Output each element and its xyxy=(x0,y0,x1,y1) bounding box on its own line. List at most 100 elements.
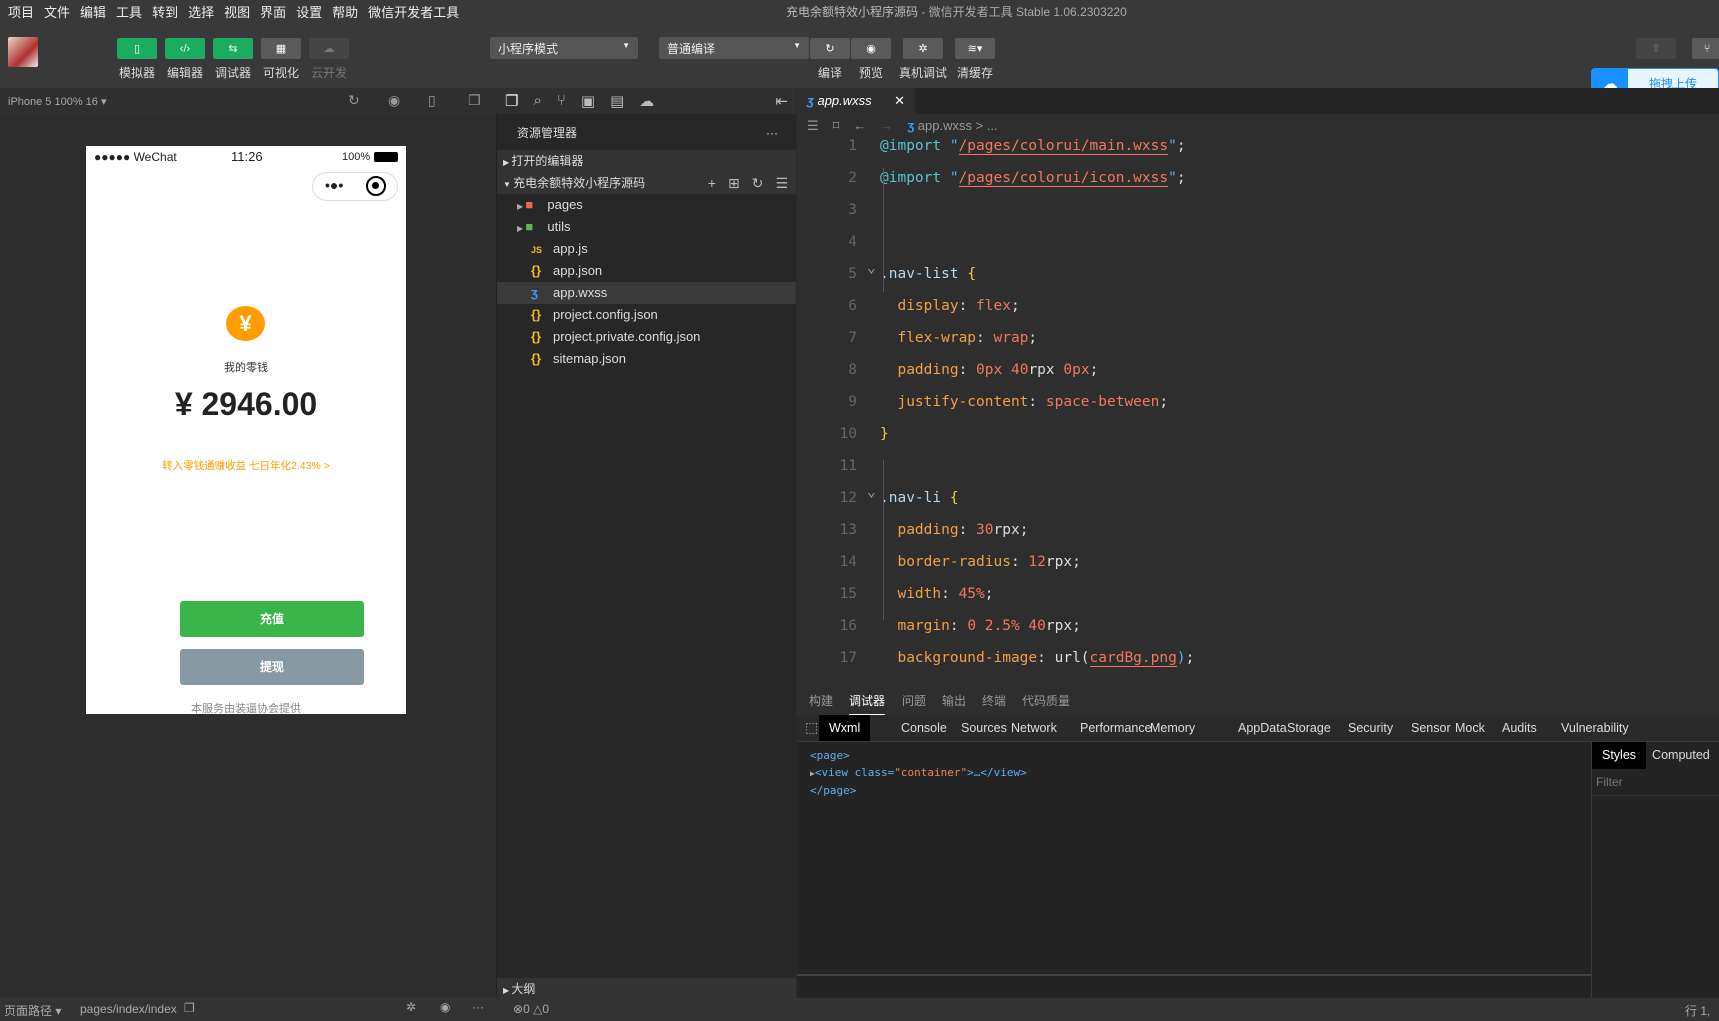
file-item[interactable]: {} sitemap.json xyxy=(497,348,796,370)
fold-icon[interactable]: ⌄ xyxy=(867,484,876,500)
layers-icon[interactable]: ≋▾ xyxy=(955,38,995,59)
devtools-tab[interactable]: Console xyxy=(891,715,957,741)
code-line[interactable]: .nav-list { xyxy=(880,266,976,282)
file-item[interactable]: {} project.config.json xyxy=(497,304,796,326)
fold-icon[interactable]: ⌄ xyxy=(867,260,876,276)
layout-icon[interactable]: ▦ xyxy=(261,38,301,59)
panel-tab[interactable]: 问题 xyxy=(902,692,926,709)
toolbar-label[interactable]: 模拟器 xyxy=(112,64,162,81)
devtools-tab[interactable]: Vulnerability xyxy=(1551,715,1639,741)
toolbar-label[interactable]: 调试器 xyxy=(208,64,258,81)
toolbar-label[interactable]: 云开发 xyxy=(304,64,354,81)
withdraw-button[interactable]: 提现 xyxy=(180,649,364,685)
panel-tab[interactable]: 终端 xyxy=(982,692,1006,709)
more-icon[interactable]: •●• xyxy=(325,177,343,193)
file-item[interactable]: {} app.json xyxy=(497,260,796,282)
file-item[interactable]: ▶ ■ pages xyxy=(497,194,796,216)
menu-item[interactable]: 转到 xyxy=(152,2,178,21)
panel-tab[interactable]: 构建 xyxy=(809,692,833,709)
toolbar-label[interactable]: 可视化 xyxy=(256,64,306,81)
menu-item[interactable]: 微信开发者工具 xyxy=(368,2,459,21)
bookmark-icon[interactable]: ⌑ xyxy=(833,118,840,134)
cloud-icon[interactable]: ☁ xyxy=(309,38,349,59)
eye-icon[interactable]: ◉ xyxy=(851,38,891,59)
devtools-tab[interactable]: Network xyxy=(1001,715,1067,741)
git-icon[interactable]: ⑂ xyxy=(557,92,566,110)
more-icon[interactable]: ··· xyxy=(472,1000,484,1014)
list-icon[interactable]: ☰ xyxy=(807,118,819,134)
collapse-panel-icon[interactable]: ⇤ xyxy=(775,92,788,110)
panel-tab[interactable]: 代码质量 xyxy=(1022,692,1070,709)
docker-icon[interactable]: ☁ xyxy=(639,92,654,110)
mode-select[interactable]: 小程序模式 ▼ xyxy=(490,37,638,59)
forward-icon[interactable]: → xyxy=(880,118,893,134)
debug-icon[interactable]: ⇆ xyxy=(213,38,253,59)
code-line[interactable]: border-radius: 12rpx; xyxy=(880,554,1080,570)
wxml-node-view[interactable]: ▶<view class="container">…</view> xyxy=(810,764,1027,782)
toolbar-label[interactable]: 编辑器 xyxy=(160,64,210,81)
devtools-tab[interactable]: Memory xyxy=(1140,715,1205,741)
devtools-tab[interactable]: Mock xyxy=(1445,715,1495,741)
breadcrumb[interactable]: ʒ app.wxss > ... xyxy=(907,118,997,134)
eye-icon[interactable]: ◉ xyxy=(440,1000,450,1014)
project-section[interactable]: ▼ 充电余额特效小程序源码 + ⊞ ↻ ☰ xyxy=(497,172,796,194)
menu-item[interactable]: 文件 xyxy=(44,2,70,21)
refresh-icon[interactable]: ↻ xyxy=(810,38,850,59)
extensions-icon[interactable]: ▣ xyxy=(581,92,595,110)
menu-item[interactable]: 选择 xyxy=(188,2,214,21)
device-select[interactable]: iPhone 5 100% 16 ▾ xyxy=(8,95,106,108)
compile-select[interactable]: 普通编译 ▼ xyxy=(659,37,809,59)
save-icon[interactable]: ▤ xyxy=(610,92,624,110)
file-item[interactable]: ▶ ■ utils xyxy=(497,216,796,238)
recharge-button[interactable]: 充值 xyxy=(180,601,364,637)
collapse-all-icon[interactable]: ☰ xyxy=(775,172,788,194)
tab-computed[interactable]: Computed xyxy=(1646,742,1716,769)
devtools-tab[interactable]: Storage xyxy=(1277,715,1341,741)
popout-icon[interactable]: ❐ xyxy=(468,92,481,109)
bug-icon[interactable]: ✲ xyxy=(406,1000,416,1014)
page-path-select[interactable]: 页面路径 ▾ xyxy=(4,1002,61,1019)
rotate-icon[interactable]: ↻ xyxy=(348,92,360,109)
code-line[interactable]: @import "/pages/colorui/icon.wxss"; xyxy=(880,170,1186,187)
outline-section[interactable]: ▶ 大纲 xyxy=(497,978,796,1000)
menu-item[interactable]: 项目 xyxy=(8,2,34,21)
tab-styles[interactable]: Styles xyxy=(1592,742,1647,769)
code-line[interactable]: padding: 0px 40rpx 0px; xyxy=(880,362,1098,378)
code-line[interactable]: justify-content: space-between; xyxy=(880,394,1168,410)
file-item[interactable]: {} project.private.config.json xyxy=(497,326,796,348)
phone-icon[interactable]: ▯ xyxy=(117,38,157,59)
menu-item[interactable]: 视图 xyxy=(224,2,250,21)
filter-input[interactable]: Filter xyxy=(1592,769,1719,796)
close-miniprogram-icon[interactable] xyxy=(366,176,386,196)
menu-item[interactable]: 设置 xyxy=(296,2,322,21)
code-line[interactable]: @import "/pages/colorui/main.wxss"; xyxy=(880,138,1186,155)
back-icon[interactable]: ← xyxy=(853,118,866,134)
devtools-tab[interactable]: Audits xyxy=(1492,715,1547,741)
branch-icon[interactable]: ⑂ xyxy=(1692,38,1719,59)
open-editors-section[interactable]: ▶ 打开的编辑器 xyxy=(497,150,796,172)
panel-tab[interactable]: 调试器 xyxy=(849,692,886,716)
new-file-icon[interactable]: + xyxy=(708,172,716,194)
menu-item[interactable]: 界面 xyxy=(260,2,286,21)
toolbar-label[interactable]: 真机调试 xyxy=(893,64,953,81)
cursor-position[interactable]: 行 1, xyxy=(1685,1002,1710,1019)
devtools-tab[interactable]: Security xyxy=(1338,715,1403,741)
code-line[interactable]: margin: 0 2.5% 40rpx; xyxy=(880,618,1080,634)
bug-icon[interactable]: ✲ xyxy=(903,38,943,59)
record-icon[interactable]: ◉ xyxy=(388,92,400,109)
code-line[interactable]: } xyxy=(880,426,889,442)
code-line[interactable]: display: flex; xyxy=(880,298,1019,314)
avatar[interactable] xyxy=(8,37,38,67)
code-line[interactable]: .nav-li { xyxy=(880,490,959,506)
code-icon[interactable]: ‹/› xyxy=(165,38,205,59)
problems-indicator[interactable]: ⊗0 △0 xyxy=(513,1002,549,1016)
phone-icon[interactable]: ▯ xyxy=(428,92,436,109)
menu-item[interactable]: 编辑 xyxy=(80,2,106,21)
copy-icon[interactable]: ❐ xyxy=(184,1001,195,1015)
transfer-link[interactable]: 转入零钱通赚收益 七日年化2.43% > xyxy=(86,458,406,473)
menu-item[interactable]: 工具 xyxy=(116,2,142,21)
panel-tab[interactable]: 输出 xyxy=(942,692,966,709)
files-icon[interactable]: ❐ xyxy=(505,92,518,110)
refresh-icon[interactable]: ↻ xyxy=(752,172,764,194)
close-icon[interactable]: ✕ xyxy=(894,93,905,109)
